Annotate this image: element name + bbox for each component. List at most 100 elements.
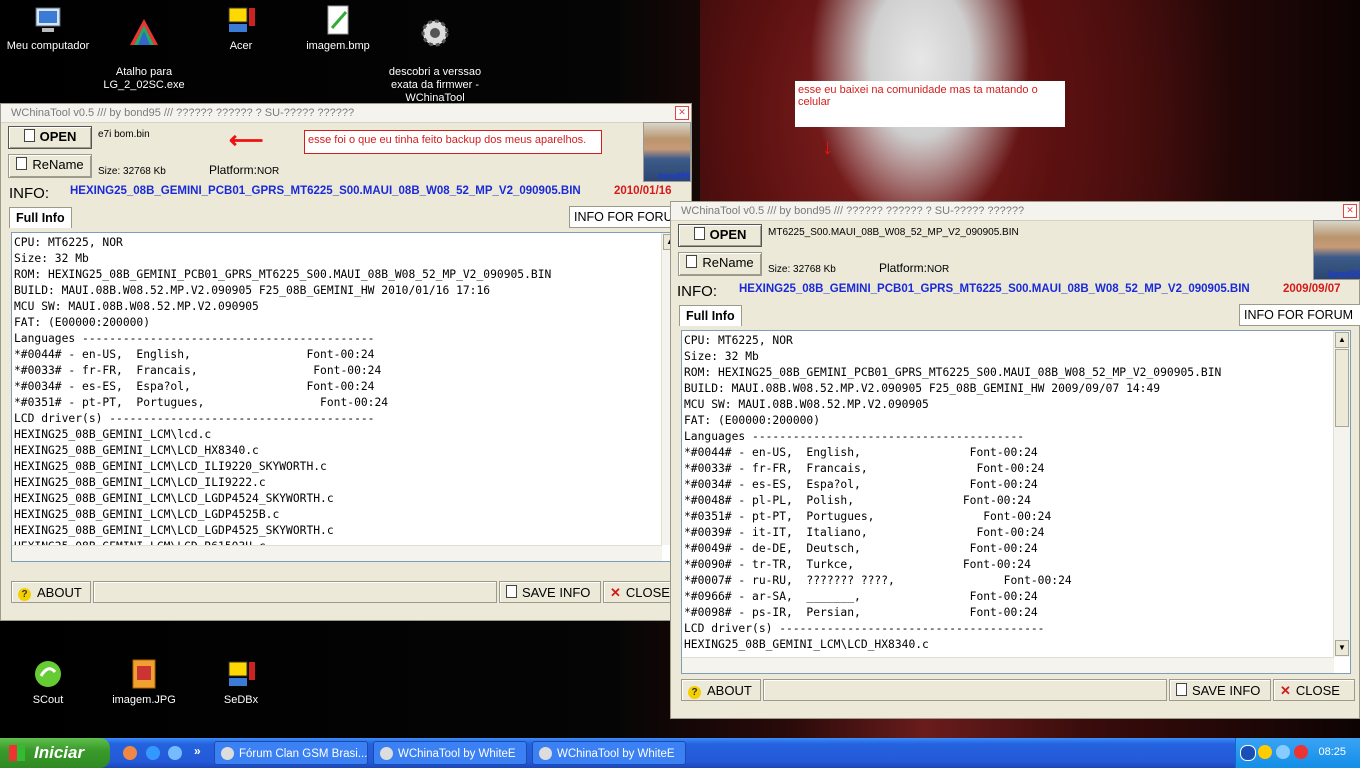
platform-label: Platform: <box>209 163 258 177</box>
horizontal-scrollbar[interactable] <box>12 545 662 561</box>
desktop-icon-image-bmp[interactable]: imagem.bmp <box>290 4 386 53</box>
platform-info: Platform:NOR <box>209 163 279 177</box>
about-button[interactable]: ? ABOUT <box>681 679 761 701</box>
size-text: Size: 32768 Kb <box>768 264 836 275</box>
horizontal-scrollbar[interactable] <box>682 657 1334 673</box>
vertical-scrollbar[interactable]: ▲ ▼ <box>1333 331 1350 657</box>
sedbx-icon <box>228 661 255 686</box>
desktop-icon-image-jpg[interactable]: imagem.JPG <box>96 658 192 707</box>
close-icon[interactable]: ✕ <box>675 106 689 120</box>
icon-label: Acer <box>229 40 253 52</box>
chrome-icon <box>221 747 234 760</box>
image-bmp-icon <box>327 5 349 35</box>
document-icon <box>23 129 35 142</box>
taskbar-label: WChinaTool by WhiteE <box>398 748 516 760</box>
window-title: WChinaTool v0.5 /// by bond95 /// ??????… <box>11 107 355 119</box>
desktop-icon-my-computer[interactable]: Meu computador <box>0 4 96 53</box>
rename-label: ReName <box>32 157 84 172</box>
taskbar-label: Fórum Clan GSM Brasi... <box>239 748 368 760</box>
rename-icon <box>686 255 698 268</box>
tray-collapse-icon[interactable] <box>1240 745 1256 761</box>
gear-exe-icon <box>421 19 449 47</box>
tab-info-for-forum[interactable]: INFO FOR FORUM <box>1239 304 1360 326</box>
desktop-icon-scout[interactable]: SCout <box>0 658 96 707</box>
icon-label: SCout <box>32 694 64 706</box>
rename-button[interactable]: ReName <box>678 252 762 276</box>
status-bar <box>93 581 497 603</box>
windows-flag-icon <box>9 745 25 761</box>
help-icon: ? <box>18 588 31 601</box>
rename-icon <box>16 157 28 170</box>
taskbar-button-wchinatool-1[interactable]: WChinaTool by WhiteE <box>373 741 527 765</box>
document-icon <box>693 227 705 240</box>
rom-name: HEXING25_08B_GEMINI_PCB01_GPRS_MT6225_S0… <box>70 185 581 197</box>
taskbar-label: WChinaTool by WhiteE <box>557 748 675 760</box>
taskbar-button-wchinatool-2[interactable]: WChinaTool by WhiteE <box>532 741 686 765</box>
rename-button[interactable]: ReName <box>8 154 92 178</box>
save-info-button[interactable]: SAVE INFO <box>499 581 601 603</box>
file-name: MT6225_S00.MAUI_08B_W08_52_MP_V2_090905.… <box>768 227 1019 238</box>
quicklaunch-icon[interactable] <box>168 746 182 760</box>
close-icon[interactable]: ✕ <box>1343 204 1357 218</box>
desktop-icon-acer[interactable]: Acer <box>193 4 289 53</box>
open-label: OPEN <box>709 227 747 242</box>
icon-label: SeDBx <box>223 694 259 706</box>
scroll-thumb[interactable] <box>1335 349 1349 427</box>
platform-label: Platform: <box>879 261 928 275</box>
tab-full-info[interactable]: Full Info <box>9 207 72 228</box>
system-tray: 08:25 <box>1235 738 1360 768</box>
wchinatool-window-1: WChinaTool v0.5 /// by bond95 /// ??????… <box>0 103 692 621</box>
about-label: ABOUT <box>37 585 82 600</box>
desktop-icon-sedbx[interactable]: SeDBx <box>193 658 289 707</box>
info-textarea[interactable]: CPU: MT6225, NOR Size: 32 Mb ROM: HEXING… <box>681 330 1351 674</box>
gear-icon <box>539 747 552 760</box>
info-textarea[interactable]: CPU: MT6225, NOR Size: 32 Mb ROM: HEXING… <box>11 232 679 562</box>
antivirus-icon[interactable] <box>1294 745 1308 759</box>
taskbar-button-forum[interactable]: Fórum Clan GSM Brasi... <box>214 741 368 765</box>
avatar-caption: bond95 <box>1327 269 1360 279</box>
help-icon: ? <box>688 686 701 699</box>
left-arrow-icon: ⟵ <box>229 127 264 154</box>
open-label: OPEN <box>39 129 77 144</box>
about-label: ABOUT <box>707 683 752 698</box>
save-label: SAVE INFO <box>522 585 591 600</box>
avatar: bond95 <box>1313 220 1360 280</box>
acer-icon <box>228 7 255 32</box>
security-shield-icon[interactable] <box>1258 745 1272 759</box>
save-icon <box>506 585 517 598</box>
window-titlebar[interactable]: WChinaTool v0.5 /// by bond95 /// ??????… <box>1 104 691 123</box>
info-text: CPU: MT6225, NOR Size: 32 Mb ROM: HEXING… <box>684 334 1222 651</box>
chrome-icon[interactable] <box>123 746 137 760</box>
annotation-note-top: esse eu baixei na comunidade mas ta mata… <box>795 81 1065 127</box>
tab-full-info[interactable]: Full Info <box>679 305 742 326</box>
icon-label: Meu computador <box>6 40 90 52</box>
network-icon[interactable] <box>1276 745 1290 759</box>
taskbar: Iniciar » Fórum Clan GSM Brasi... WChina… <box>0 738 1360 768</box>
open-button[interactable]: OPEN <box>8 126 92 149</box>
platform-value: NOR <box>927 264 950 275</box>
save-info-button[interactable]: SAVE INFO <box>1169 679 1271 701</box>
close-x-icon: ✕ <box>610 585 621 600</box>
rom-name: HEXING25_08B_GEMINI_PCB01_GPRS_MT6225_S0… <box>739 283 1250 295</box>
info-text: CPU: MT6225, NOR Size: 32 Mb ROM: HEXING… <box>14 236 552 553</box>
rom-date: 2010/01/16 <box>614 185 672 197</box>
about-button[interactable]: ? ABOUT <box>11 581 91 603</box>
start-button[interactable]: Iniciar <box>0 738 110 768</box>
scroll-up-icon[interactable]: ▲ <box>1335 332 1349 348</box>
scroll-down-icon[interactable]: ▼ <box>1335 640 1349 656</box>
window-titlebar[interactable]: WChinaTool v0.5 /// by bond95 /// ??????… <box>671 202 1359 221</box>
close-button[interactable]: ✕ CLOSE <box>1273 679 1355 701</box>
quicklaunch-more-button[interactable]: » <box>194 744 201 758</box>
clock: 08:25 <box>1318 746 1346 758</box>
rom-date: 2009/09/07 <box>1283 283 1341 295</box>
gear-icon <box>380 747 393 760</box>
size-text: Size: 32768 Kb <box>98 166 166 177</box>
open-button[interactable]: OPEN <box>678 224 762 247</box>
ie-icon[interactable] <box>146 746 160 760</box>
start-label: Iniciar <box>34 743 85 762</box>
desktop-icon-shortcut[interactable]: Atalho para LG_2_02SC.exe <box>96 4 192 105</box>
shortcut-exe-icon <box>130 19 158 45</box>
window-title: WChinaTool v0.5 /// by bond95 /// ??????… <box>681 205 1025 217</box>
platform-value: NOR <box>257 166 280 177</box>
info-label: INFO: <box>9 185 49 202</box>
